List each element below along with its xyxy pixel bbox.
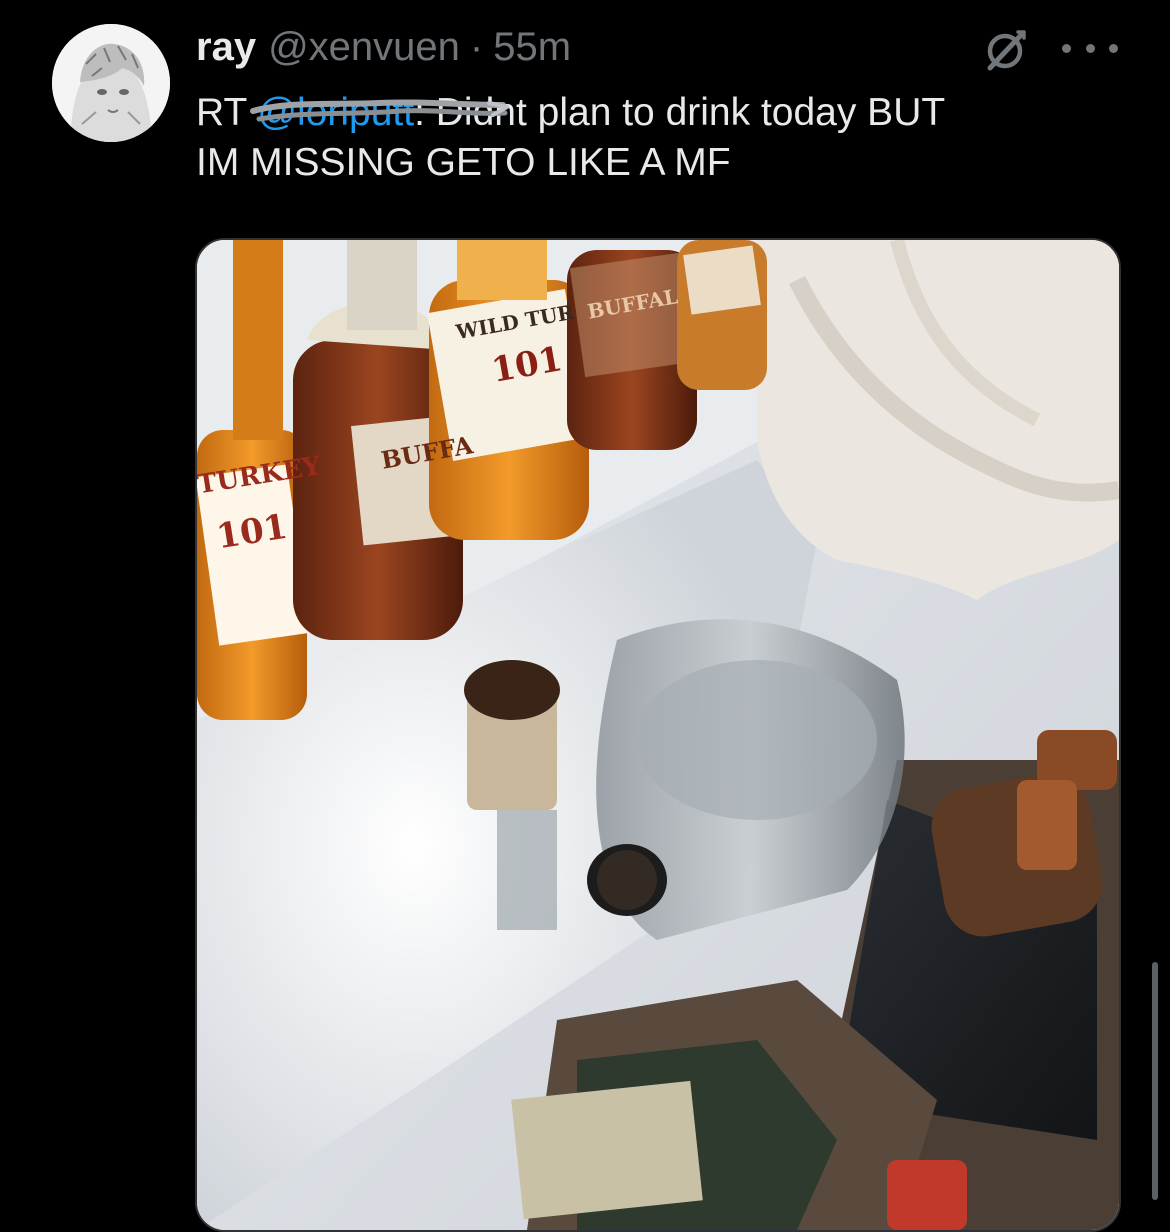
grok-icon[interactable] bbox=[980, 26, 1030, 76]
tweet-text-line-1: RT @loriputt : Didnt plan to drink today… bbox=[196, 88, 1096, 138]
avatar[interactable] bbox=[52, 24, 170, 142]
tweet-text-line-2: IM MISSING GETO LIKE A MF bbox=[196, 141, 731, 184]
scrollbar[interactable] bbox=[1152, 962, 1158, 1200]
separator-dot: · bbox=[469, 25, 484, 69]
more-dot bbox=[1062, 43, 1071, 53]
timestamp[interactable]: 55m bbox=[493, 22, 571, 72]
media-video[interactable]: TURKEY 101 BUFFA WILD TUR 101 BUFFAL bbox=[195, 238, 1121, 1232]
more-icon[interactable] bbox=[1062, 30, 1118, 66]
bottle-amber-right bbox=[677, 240, 767, 390]
mention-link[interactable]: @loriputt bbox=[250, 91, 510, 134]
more-dot bbox=[1109, 43, 1118, 53]
bottle-wild-turkey-center bbox=[427, 240, 591, 540]
more-dot bbox=[1085, 43, 1095, 53]
text-body-1: Didnt plan to drink today BUT bbox=[435, 91, 946, 134]
display-name[interactable]: ray bbox=[196, 22, 256, 72]
tweet-header: ray @xenvuen · 55m bbox=[196, 22, 571, 72]
mention-text: @loriputt bbox=[257, 91, 415, 134]
retweet-prefix: RT bbox=[196, 91, 247, 134]
user-handle[interactable]: @xenvuen bbox=[268, 22, 460, 72]
mention-suffix: : bbox=[414, 91, 425, 134]
tweet-text: RT @loriputt : Didnt plan to drink today… bbox=[196, 88, 1096, 188]
